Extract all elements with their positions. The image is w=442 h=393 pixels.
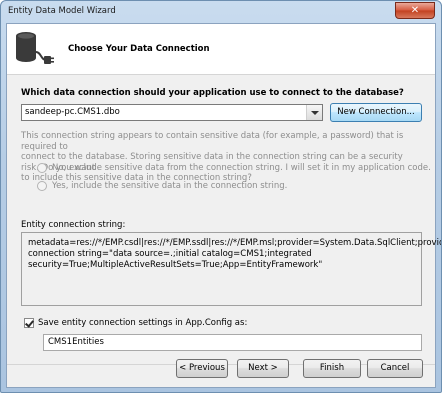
new-connection-button[interactable]: New Connection...	[330, 103, 422, 122]
sensitive-notice-line: This connection string appears to contai…	[21, 131, 404, 152]
entity-string-label: Entity connection string:	[21, 220, 126, 230]
title-bar[interactable]: Entity Data Model Wizard ✕	[1, 1, 441, 23]
entity-string-line: connection string="data source=.;initial…	[28, 249, 312, 259]
radio-exclude-label: No, exclude sensitive data from the conn…	[52, 163, 431, 173]
entities-name-input[interactable]: CMS1Entities	[43, 334, 422, 351]
database-plug-icon	[16, 32, 54, 64]
entity-connection-string-box[interactable]: metadata=res://*/EMP.csdl|res://*/EMP.ss…	[21, 232, 441, 306]
radio-exclude-sensitive[interactable]	[37, 163, 47, 173]
selected-connection: sandeep-pc.CMS1.dbo	[25, 107, 120, 117]
save-settings-label: Save entity connection settings in App.C…	[38, 318, 248, 328]
next-button[interactable]: Next >	[237, 359, 289, 378]
chevron-down-icon[interactable]	[306, 105, 322, 120]
cancel-button[interactable]: Cancel	[367, 359, 423, 378]
wizard-header: Choose Your Data Connection	[7, 24, 435, 75]
close-button[interactable]: ✕	[395, 2, 435, 19]
close-icon: ✕	[410, 5, 420, 16]
connection-question: Which data connection should your applic…	[21, 88, 404, 98]
save-settings-checkbox[interactable]	[24, 318, 34, 328]
sensitive-data-notice: This connection string appears to contai…	[21, 131, 421, 184]
data-connection-dropdown[interactable]: sandeep-pc.CMS1.dbo	[21, 104, 323, 121]
entity-string-line: security=True;MultipleActiveResultSets=T…	[28, 260, 323, 270]
radio-include-label: Yes, include the sensitive data in the c…	[52, 181, 288, 191]
wizard-client-area: Choose Your Data Connection Which data c…	[6, 23, 441, 388]
window-title: Entity Data Model Wizard	[8, 6, 116, 16]
entities-name-value: CMS1Entities	[48, 337, 104, 347]
finish-button[interactable]: Finish	[303, 359, 361, 378]
entity-string-line: metadata=res://*/EMP.csdl|res://*/EMP.ss…	[28, 238, 442, 248]
wizard-window: Entity Data Model Wizard ✕ Choose Your D…	[0, 0, 442, 393]
previous-button[interactable]: < Previous	[176, 359, 228, 378]
radio-include-sensitive[interactable]	[37, 181, 47, 191]
page-title: Choose Your Data Connection	[68, 44, 210, 54]
